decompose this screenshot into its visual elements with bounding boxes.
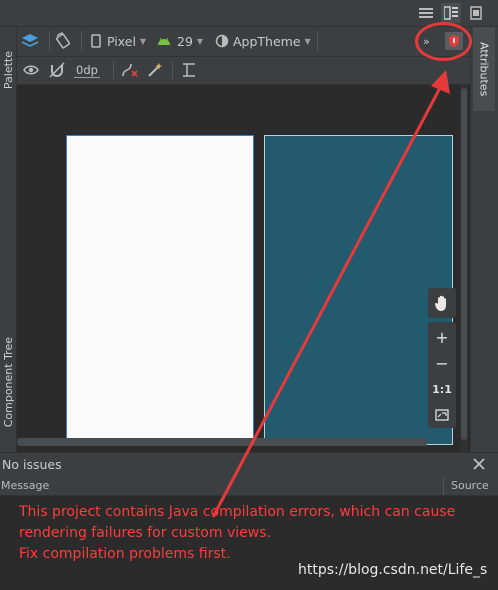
guidelines-button[interactable] bbox=[182, 59, 196, 81]
layers-icon bbox=[21, 34, 39, 47]
constraints-clear-icon bbox=[122, 63, 138, 77]
theme-selector[interactable]: AppTheme ▼ bbox=[215, 30, 311, 52]
magic-wand-icon bbox=[148, 63, 163, 77]
watermark: https://blog.csdn.net/Life_s bbox=[298, 562, 488, 578]
zoom-to-fit-button[interactable] bbox=[428, 402, 456, 428]
issues-panel-header: No issues bbox=[0, 452, 498, 477]
theme-label: AppTheme bbox=[233, 33, 301, 49]
eye-icon bbox=[23, 65, 39, 75]
api-level-selector[interactable]: 29 ▼ bbox=[157, 30, 203, 52]
zoom-fit-icon bbox=[435, 409, 449, 421]
design-toolbar: Pixel ▼ 29 ▼ AppTheme ▼ » bbox=[17, 27, 470, 57]
error-message-line: This project contains Java compilation e… bbox=[19, 504, 456, 520]
orientation-button[interactable] bbox=[54, 30, 72, 52]
autoconnect-toggle[interactable] bbox=[49, 59, 65, 81]
default-margin-value: 0dp bbox=[74, 62, 100, 78]
top-view-mode-bar bbox=[0, 0, 498, 27]
annotation-circle bbox=[415, 22, 472, 61]
device-selector[interactable]: Pixel ▼ bbox=[91, 30, 146, 52]
android-icon bbox=[158, 37, 170, 45]
layers-button[interactable] bbox=[21, 30, 39, 52]
clear-constraints-button[interactable] bbox=[121, 59, 139, 81]
design-view-icon bbox=[470, 6, 482, 20]
chevron-down-icon: ▼ bbox=[196, 36, 204, 46]
zoom-out-button[interactable]: − bbox=[428, 350, 456, 376]
phone-icon bbox=[91, 34, 101, 48]
error-message-line: rendering failures for custom views. bbox=[19, 525, 271, 541]
issues-table-header: Message Source bbox=[0, 477, 498, 496]
default-margin-selector[interactable]: 0dp bbox=[74, 59, 100, 81]
component-tree-tab[interactable]: Component Tree bbox=[0, 322, 16, 442]
attributes-tab-label: Attributes bbox=[477, 41, 491, 97]
issues-status: No issues bbox=[2, 457, 62, 472]
column-header-message[interactable]: Message bbox=[1, 479, 49, 492]
theme-icon bbox=[215, 34, 229, 48]
split-view-icon bbox=[444, 6, 458, 20]
issues-message-area: This project contains Java compilation e… bbox=[0, 496, 498, 590]
hand-icon bbox=[435, 295, 446, 311]
infer-constraints-button[interactable] bbox=[147, 59, 163, 81]
design-preview-screen[interactable] bbox=[66, 135, 254, 445]
column-divider bbox=[443, 477, 444, 495]
vertical-scrollbar[interactable] bbox=[461, 88, 467, 440]
toolbar-separator bbox=[172, 61, 173, 79]
device-label: Pixel bbox=[107, 33, 136, 49]
toolbar-separator bbox=[113, 61, 114, 79]
show-system-ui-button[interactable] bbox=[23, 59, 39, 81]
list-view-icon bbox=[419, 8, 433, 18]
magnet-off-icon bbox=[49, 62, 65, 78]
close-issues-button[interactable] bbox=[471, 455, 487, 473]
close-icon bbox=[473, 458, 485, 470]
chevron-down-icon: ▼ bbox=[139, 36, 147, 46]
palette-tab-label: Palette bbox=[1, 50, 15, 90]
api-level-label: 29 bbox=[177, 33, 193, 49]
design-view-button[interactable] bbox=[466, 3, 486, 23]
compilation-error-message: This project contains Java compilation e… bbox=[19, 502, 489, 565]
right-tool-window-bar: Attributes bbox=[470, 27, 498, 452]
chevron-down-icon: ▼ bbox=[304, 36, 311, 46]
zoom-actual-size-button[interactable]: 1:1 bbox=[428, 376, 456, 402]
blueprint-preview-screen[interactable] bbox=[264, 135, 453, 445]
zoom-controls: + − 1:1 bbox=[428, 322, 456, 428]
horizontal-scrollbar[interactable] bbox=[17, 438, 427, 446]
orientation-icon bbox=[55, 32, 71, 49]
toolbar-separator bbox=[317, 31, 318, 51]
pan-button[interactable] bbox=[428, 288, 456, 318]
code-view-button[interactable] bbox=[416, 3, 436, 23]
left-tool-window-bar: Palette Component Tree bbox=[0, 27, 17, 452]
split-view-button[interactable] bbox=[441, 3, 461, 23]
guideline-icon bbox=[183, 63, 195, 77]
component-tree-tab-label: Component Tree bbox=[1, 336, 15, 428]
column-header-source[interactable]: Source bbox=[451, 479, 489, 492]
zoom-in-button[interactable]: + bbox=[428, 324, 456, 350]
toolbar-separator bbox=[49, 31, 50, 51]
toolbar-separator bbox=[81, 31, 82, 51]
layout-toolbar: 0dp bbox=[17, 57, 470, 85]
attributes-tab[interactable]: Attributes bbox=[473, 27, 495, 111]
palette-tab[interactable]: Palette bbox=[0, 35, 16, 105]
